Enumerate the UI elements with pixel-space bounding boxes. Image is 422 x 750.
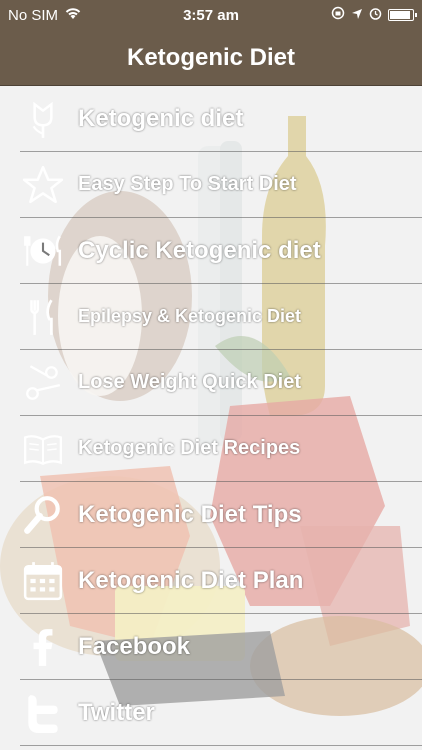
facebook-icon (20, 624, 66, 670)
book-icon (20, 426, 66, 472)
menu-item-label: Easy Step To Start Diet (78, 173, 297, 195)
menu-list: Ketogenic diet Easy Step To Start Diet C… (0, 86, 422, 746)
menu-item-label: Ketogenic Diet Tips (78, 500, 302, 528)
navigation-bar: Ketogenic Diet (0, 30, 422, 86)
menu-item-label: Ketogenic Diet Recipes (78, 437, 301, 459)
menu-item-ketogenic-diet[interactable]: Ketogenic diet (20, 86, 422, 152)
menu-area[interactable]: Ketogenic diet Easy Step To Start Diet C… (0, 86, 422, 750)
alarm-icon (369, 7, 382, 24)
magnifier-icon (20, 492, 66, 538)
location-icon (351, 7, 363, 24)
menu-item-tips[interactable]: Ketogenic Diet Tips (20, 482, 422, 548)
status-bar: No SIM 3:57 am (0, 0, 422, 30)
page-title: Ketogenic Diet (126, 43, 296, 71)
menu-item-epilepsy[interactable]: Epilepsy & Ketogenic Diet (20, 284, 422, 350)
fork-knife-icon (20, 294, 66, 340)
carrier-label: No SIM (8, 6, 59, 24)
menu-item-label: Cyclic Ketogenic diet (78, 236, 321, 264)
menu-item-plan[interactable]: Ketogenic Diet Plan (20, 548, 422, 614)
tulip-icon (20, 96, 66, 142)
menu-item-label: Facebook (78, 632, 191, 660)
menu-item-label: Epilepsy & Ketogenic Diet (78, 306, 302, 326)
menu-item-lose-weight[interactable]: Lose Weight Quick Diet (20, 350, 422, 416)
menu-item-twitter[interactable]: Twitter (20, 680, 422, 746)
menu-item-cyclic[interactable]: Cyclic Ketogenic diet (20, 218, 422, 284)
menu-item-label: Ketogenic diet (78, 104, 244, 132)
battery-level (390, 11, 410, 19)
orientation-lock-icon (331, 6, 345, 24)
menu-item-label: Ketogenic Diet Plan (78, 566, 304, 594)
star-icon (20, 162, 66, 208)
calendar-icon (20, 558, 66, 604)
menu-item-recipes[interactable]: Ketogenic Diet Recipes (20, 416, 422, 482)
scissors-icon (20, 360, 66, 406)
menu-item-label: Lose Weight Quick Diet (78, 371, 301, 393)
clock: 3:57 am (183, 6, 239, 24)
menu-item-facebook[interactable]: Facebook (20, 614, 422, 680)
battery-icon (388, 9, 417, 21)
menu-item-easy-step[interactable]: Easy Step To Start Diet (20, 152, 422, 218)
wifi-icon (64, 6, 82, 24)
plate-clock-icon (20, 228, 66, 274)
twitter-icon (20, 690, 66, 736)
menu-item-label: Twitter (78, 698, 155, 726)
